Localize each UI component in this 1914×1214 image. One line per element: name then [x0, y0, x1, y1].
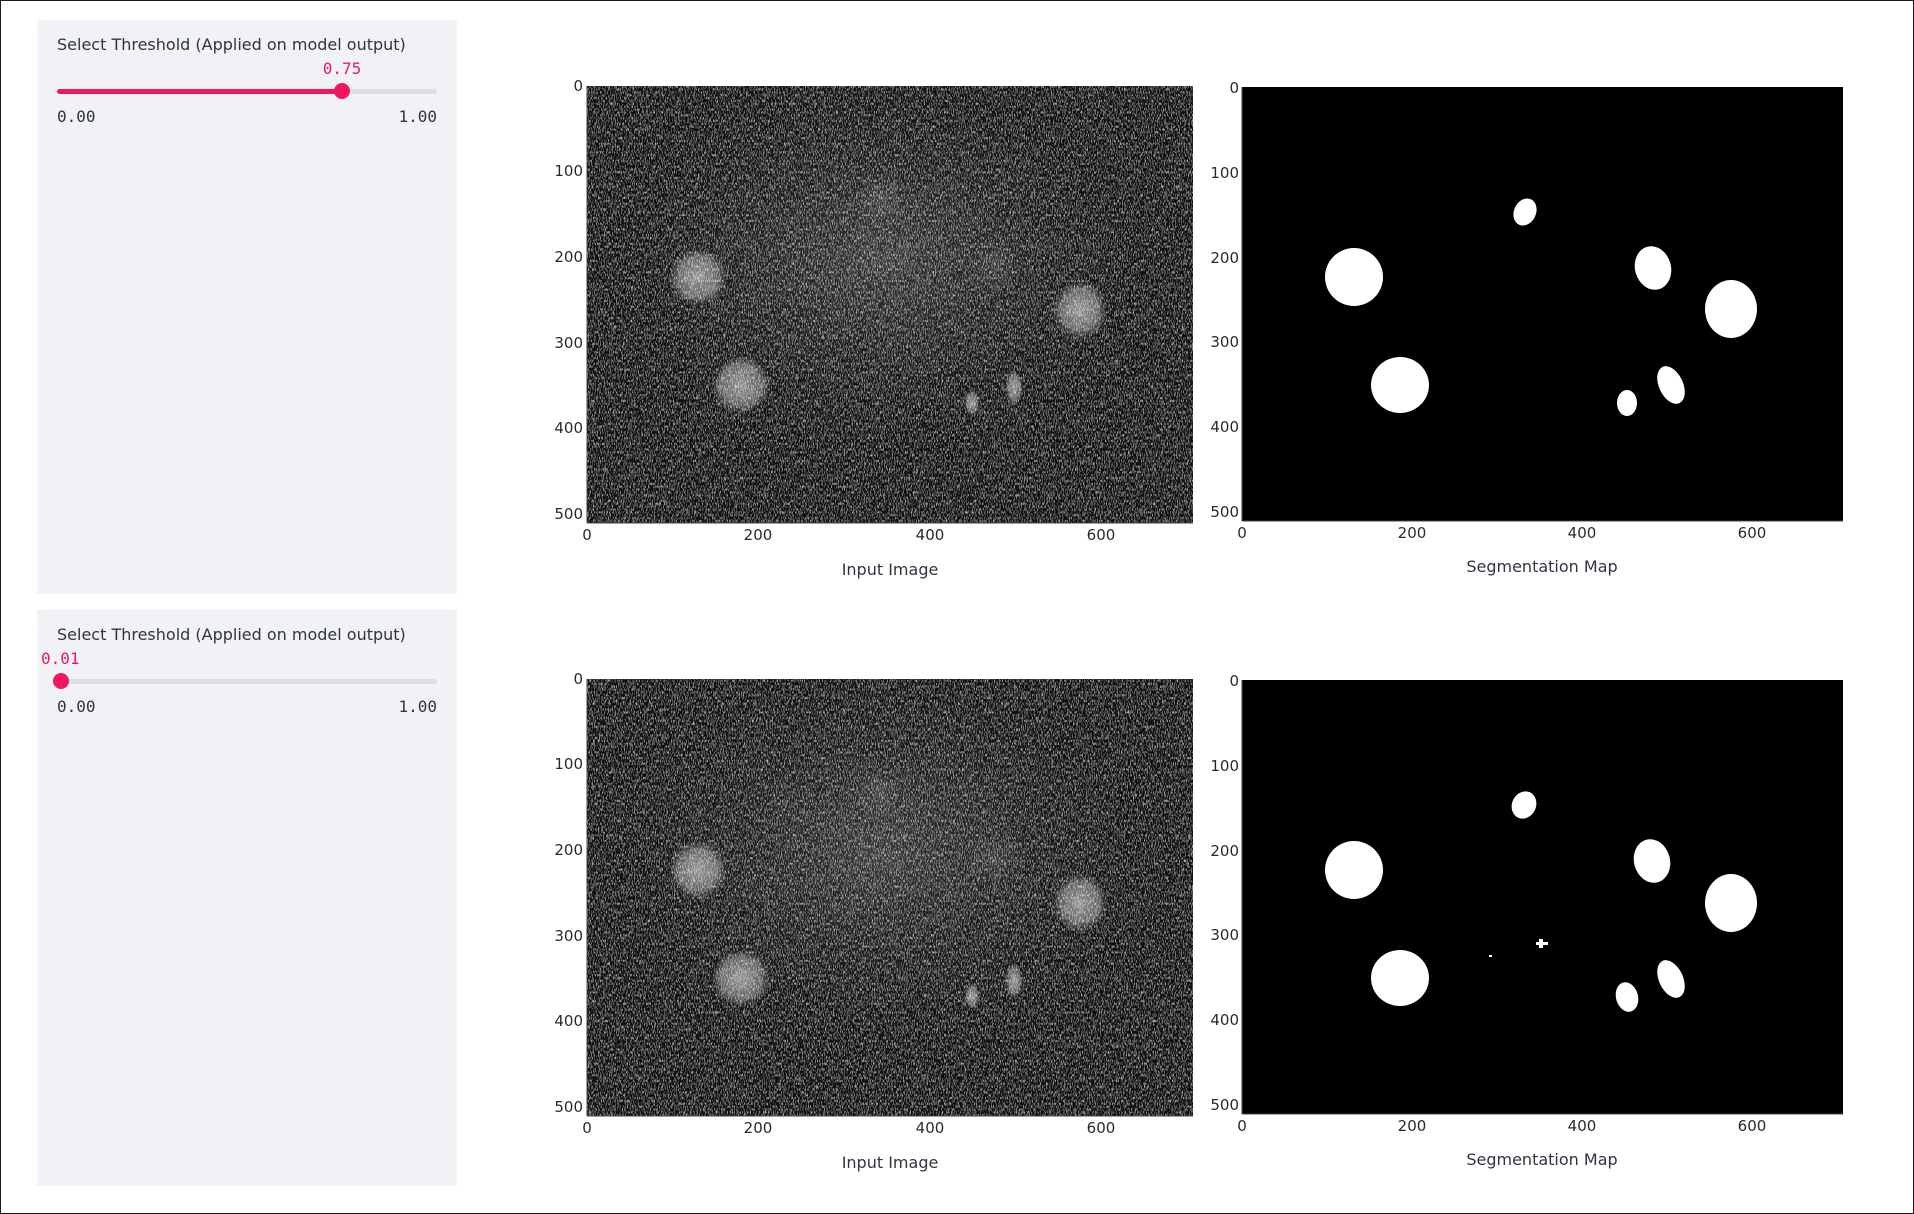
x-tick: 400 — [1568, 524, 1597, 542]
y-tick: 0 — [1229, 79, 1239, 97]
x-tick: 400 — [916, 526, 945, 544]
y-tick: 500 — [1210, 503, 1239, 521]
input-image-caption-2: Input Image — [842, 1153, 939, 1172]
seg-x-ticks-2: 0 200 400 600 — [1237, 1117, 1766, 1135]
y-tick: 300 — [1210, 333, 1239, 351]
input-image-plot-1: 0 100 200 300 400 500 0 200 400 600 Inpu… — [554, 77, 1193, 579]
y-tick: 0 — [1229, 672, 1239, 690]
x-tick: 0 — [1237, 1117, 1247, 1135]
y-tick: 100 — [1210, 757, 1239, 775]
y-tick: 400 — [1210, 1011, 1239, 1029]
x-tick: 400 — [916, 1119, 945, 1137]
x-tick: 0 — [582, 526, 592, 544]
x-tick: 400 — [1568, 1117, 1597, 1135]
input-x-ticks-2: 0 200 400 600 — [582, 1119, 1115, 1137]
x-tick: 200 — [744, 1119, 773, 1137]
y-tick: 500 — [1210, 1096, 1239, 1114]
segmentation-caption-2: Segmentation Map — [1466, 1150, 1617, 1169]
input-image-texture-2 — [587, 679, 1193, 1116]
y-tick: 100 — [1210, 164, 1239, 182]
y-tick: 200 — [554, 841, 583, 859]
y-tick: 0 — [573, 670, 583, 688]
y-tick: 400 — [1210, 418, 1239, 436]
y-tick: 200 — [1210, 249, 1239, 267]
y-tick: 300 — [1210, 926, 1239, 944]
seg-x-ticks-1: 0 200 400 600 — [1237, 524, 1766, 542]
y-tick: 100 — [554, 162, 583, 180]
y-tick: 100 — [554, 755, 583, 773]
y-tick: 400 — [554, 419, 583, 437]
x-tick: 600 — [1738, 1117, 1767, 1135]
input-y-ticks-1: 0 100 200 300 400 500 — [554, 77, 583, 523]
y-tick: 500 — [554, 505, 583, 523]
y-tick: 500 — [554, 1098, 583, 1116]
x-tick: 0 — [1237, 524, 1247, 542]
input-x-ticks-1: 0 200 400 600 — [582, 526, 1115, 544]
seg-y-ticks-1: 0 100 200 300 400 500 — [1210, 79, 1239, 521]
x-tick: 200 — [1398, 524, 1427, 542]
x-tick: 200 — [744, 526, 773, 544]
x-tick: 600 — [1087, 526, 1116, 544]
plots-area: 0 100 200 300 400 500 0 200 400 600 Inpu… — [554, 77, 1843, 1172]
y-tick: 200 — [1210, 842, 1239, 860]
x-tick: 600 — [1087, 1119, 1116, 1137]
y-tick: 300 — [554, 334, 583, 352]
y-tick: 400 — [554, 1012, 583, 1030]
segmentation-plot-1: 0 100 200 300 400 500 0 200 400 600 Segm… — [1210, 79, 1843, 576]
y-tick: 200 — [554, 248, 583, 266]
segmentation-caption-1: Segmentation Map — [1466, 557, 1617, 576]
input-image-plot-2: 0 100 200 300 400 500 0 200 400 600 Inpu… — [554, 670, 1193, 1172]
input-image-texture-1 — [587, 86, 1193, 523]
x-tick: 0 — [582, 1119, 592, 1137]
y-tick: 0 — [573, 77, 583, 95]
x-tick: 200 — [1398, 1117, 1427, 1135]
segmentation-plot-2: 0 100 200 300 400 500 0 200 400 600 Segm… — [1210, 672, 1843, 1169]
input-y-ticks-2: 0 100 200 300 400 500 — [554, 670, 583, 1116]
x-tick: 600 — [1738, 524, 1767, 542]
y-tick: 300 — [554, 927, 583, 945]
seg-y-ticks-2: 0 100 200 300 400 500 — [1210, 672, 1239, 1114]
input-image-caption-1: Input Image — [842, 560, 939, 579]
